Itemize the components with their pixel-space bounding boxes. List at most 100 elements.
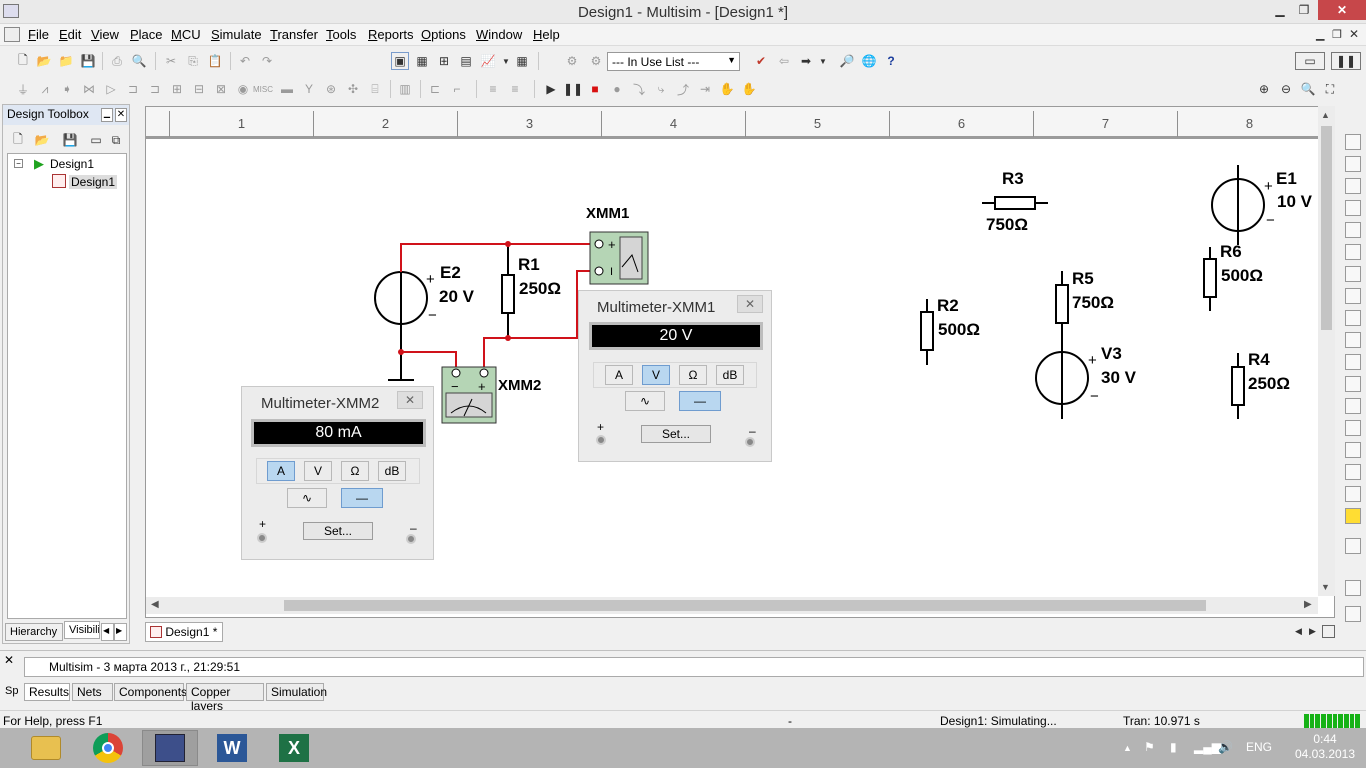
globe-icon[interactable]: 🌐 <box>860 52 878 70</box>
multimeter-instrument-icon[interactable] <box>1345 134 1361 150</box>
logic-analyzer-icon[interactable] <box>1345 332 1361 348</box>
frequency-counter-icon[interactable] <box>1345 266 1361 282</box>
tab-visibility[interactable]: Visibili <box>64 621 100 639</box>
save-hierarchy-icon[interactable]: 💾 <box>61 131 79 149</box>
print-preview-icon[interactable]: 🔍 <box>130 52 148 70</box>
menu-file[interactable]: File <box>28 27 49 42</box>
tab-scroll-left-icon[interactable]: ◀ <box>101 623 114 641</box>
tab-results[interactable]: Results <box>24 683 70 701</box>
back-annotate-icon[interactable]: ⇦ <box>775 52 793 70</box>
zoom-area-icon[interactable]: 🔍 <box>1299 80 1317 98</box>
tree-item-design-root[interactable]: Design1 <box>50 157 94 171</box>
wattmeter-icon[interactable] <box>1345 178 1361 194</box>
agilent-multimeter-icon[interactable] <box>1345 464 1361 480</box>
close-hierarchy-icon[interactable]: ▭ <box>87 131 105 149</box>
network-icon[interactable]: ▂▄▆ <box>1194 740 1221 754</box>
save-icon[interactable]: 💾 <box>79 52 97 70</box>
grid-icon[interactable]: ▦ <box>413 52 431 70</box>
open-sample-icon[interactable]: 📁 <box>57 52 75 70</box>
multimeter-xmm1-voltmeter-button[interactable]: V <box>642 365 670 385</box>
menu-edit[interactable]: Edit <box>59 27 81 42</box>
system-clock[interactable]: 0:44 04.03.2013 <box>1290 732 1360 762</box>
multimeter-xmm2-ohmmeter-button[interactable]: Ω <box>341 461 369 481</box>
pause-view-icon[interactable]: ❚❚ <box>1331 52 1361 70</box>
spectrum-analyzer-icon[interactable] <box>1345 398 1361 414</box>
multimeter-xmm1-ammeter-button[interactable]: A <box>605 365 633 385</box>
scroll-left-icon[interactable]: ◀ <box>151 599 159 610</box>
antenna-component-icon[interactable]: Y <box>300 80 318 98</box>
menu-mcu[interactable]: MCU <box>171 27 201 42</box>
probe-tool-icon[interactable] <box>1345 606 1361 622</box>
multimeter-xmm2-plus-terminal[interactable] <box>257 533 267 543</box>
ttl-component-icon[interactable]: ⊐ <box>124 80 142 98</box>
diode-component-icon[interactable]: ➧ <box>58 80 76 98</box>
function-generator-icon[interactable] <box>1345 156 1361 172</box>
basic-component-icon[interactable]: ⩘ <box>36 80 54 98</box>
labview-instrument-icon[interactable] <box>1345 538 1361 554</box>
horizontal-scroll-thumb[interactable] <box>284 600 1206 611</box>
tree-collapse-icon[interactable]: − <box>14 159 23 168</box>
redo-icon[interactable]: ↷ <box>258 52 276 70</box>
stop-icon[interactable]: ■ <box>586 80 604 98</box>
tab-design1[interactable]: Design1 * <box>145 622 223 642</box>
step-out-icon[interactable]: ⤴ <box>674 80 692 98</box>
multimeter-xmm2-close-button[interactable]: ✕ <box>397 391 423 409</box>
tab-copper-layers[interactable]: Copper layers <box>186 683 264 713</box>
transistor-component-icon[interactable]: ⋈ <box>80 80 98 98</box>
scroll-up-icon[interactable]: ▲ <box>1321 110 1330 120</box>
excel-taskbar-button[interactable]: X <box>266 730 322 766</box>
copy-icon[interactable]: ⎘ <box>184 52 202 70</box>
multimeter-xmm1-dc-button[interactable]: — <box>679 391 721 411</box>
multimeter-xmm1-close-button[interactable]: ✕ <box>737 295 763 313</box>
agilent-oscilloscope-icon[interactable] <box>1345 486 1361 502</box>
scroll-right-icon[interactable]: ▶ <box>1304 599 1312 610</box>
tab-nets[interactable]: Nets <box>72 683 113 701</box>
mixed-component-icon[interactable]: ⊠ <box>212 80 230 98</box>
help-icon[interactable]: ? <box>882 52 900 70</box>
analog-component-icon[interactable]: ▷ <box>102 80 120 98</box>
multimeter-xmm2-ammeter-button[interactable]: A <box>267 461 295 481</box>
grapher-icon[interactable]: 📈 <box>479 52 497 70</box>
rf-component-icon[interactable]: ▬ <box>278 80 296 98</box>
paste-icon[interactable]: 📋 <box>206 52 224 70</box>
schematic-canvas[interactable]: 1 2 3 4 5 6 7 8 + − + − + − + I − + E2 2… <box>145 106 1335 618</box>
measurement-probe-icon[interactable] <box>1345 508 1361 524</box>
multimeter-xmm1-ac-button[interactable]: ∿ <box>625 391 665 411</box>
new-icon[interactable]: 🗋 <box>14 52 32 70</box>
run-icon[interactable]: ▶ <box>542 80 560 98</box>
toggle-breakpoint-icon[interactable]: ✋ <box>718 80 736 98</box>
search-icon[interactable]: 🔎 <box>838 52 856 70</box>
document-icon[interactable] <box>4 27 20 42</box>
instrument-view-icon[interactable]: ▭ <box>1295 52 1325 70</box>
ladder-icon[interactable]: ✣ <box>344 80 362 98</box>
multisim-taskbar-button[interactable] <box>142 730 198 766</box>
zoom-out-icon[interactable]: ⊖ <box>1277 80 1295 98</box>
tree-item-design-sheet[interactable]: Design1 <box>69 175 118 189</box>
align-icon[interactable]: ≡ <box>484 80 502 98</box>
hierarchical-block-icon[interactable]: ⊏ <box>426 80 444 98</box>
transfer-icon[interactable]: ➡ <box>797 52 815 70</box>
word-taskbar-button[interactable]: W <box>204 730 260 766</box>
canvas-vertical-scrollbar[interactable]: ▲ ▼ <box>1318 106 1335 596</box>
breakpoint-icon[interactable]: ● <box>608 80 626 98</box>
power-icon[interactable]: ▮ <box>1170 740 1177 754</box>
pause-icon[interactable]: ❚❚ <box>563 80 583 98</box>
indicator-component-icon[interactable]: ◉ <box>234 80 252 98</box>
menu-tools[interactable]: Tools <box>326 27 356 42</box>
tab-scroll-right-icon[interactable]: ▶ <box>1309 626 1316 637</box>
menu-simulate[interactable]: Simulate <box>211 27 262 42</box>
agilent-generator-icon[interactable] <box>1345 442 1361 458</box>
tab-menu-icon[interactable] <box>1322 625 1335 638</box>
new-hierarchy-icon[interactable]: 🗋 <box>9 131 27 149</box>
logic-converter-icon[interactable] <box>1345 310 1361 326</box>
mdi-minimize-button[interactable]: ▁ <box>1316 28 1324 41</box>
iv-analyzer-icon[interactable] <box>1345 354 1361 370</box>
vertical-scroll-thumb[interactable] <box>1321 126 1332 330</box>
connector-icon[interactable]: ⌸ <box>366 80 384 98</box>
network-analyzer-icon[interactable] <box>1345 420 1361 436</box>
menu-window[interactable]: Window <box>476 27 522 42</box>
tab-simulation[interactable]: Simulation <box>266 683 327 701</box>
close-button[interactable]: ✕ <box>1318 0 1366 20</box>
four-channel-oscilloscope-icon[interactable] <box>1345 222 1361 238</box>
bode-plotter-icon[interactable] <box>1345 244 1361 260</box>
